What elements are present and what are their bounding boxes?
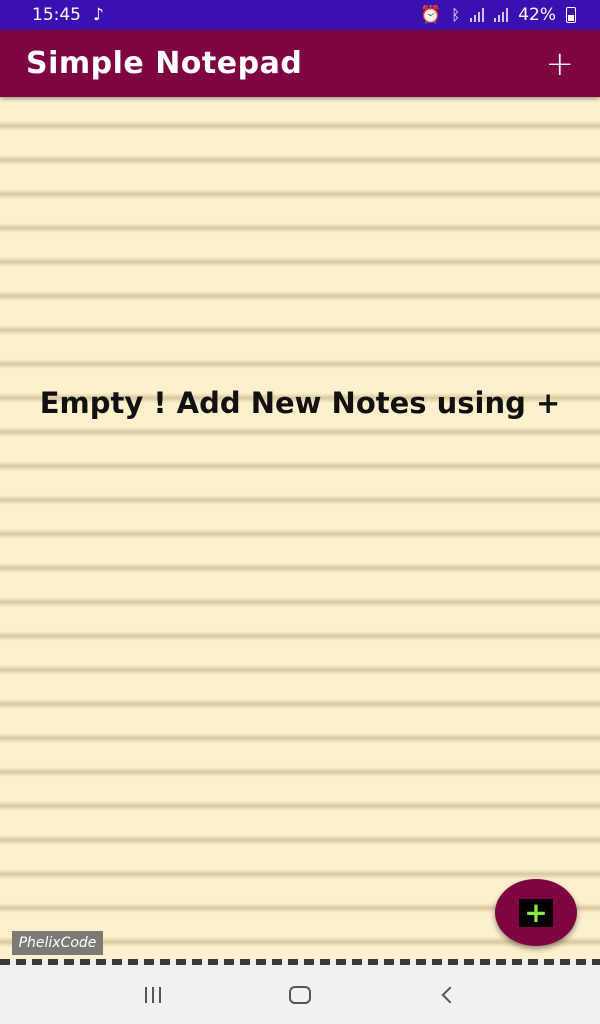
status-right: ⏰ ᛒ 42% [420, 5, 576, 25]
battery-percent: 42% [518, 5, 556, 25]
signal-icon [470, 8, 485, 22]
recents-icon [145, 986, 162, 1003]
back-icon [441, 986, 459, 1003]
status-bar: 15:45 ♪ ⏰ ᛒ 42% [0, 0, 600, 30]
back-button[interactable] [417, 975, 477, 1015]
add-note-button[interactable]: + [546, 47, 575, 81]
app-title: Simple Notepad [26, 46, 303, 81]
alarm-icon: ⏰ [420, 5, 442, 25]
recents-button[interactable] [123, 975, 183, 1015]
home-icon [288, 985, 311, 1004]
plus-icon: + [519, 898, 553, 927]
add-note-fab[interactable]: + [495, 879, 577, 946]
status-time: 15:45 [32, 5, 81, 25]
music-note-icon: ♪ [93, 5, 104, 25]
home-button[interactable] [270, 975, 330, 1015]
watermark-label: PhelixCode [12, 931, 103, 955]
navigation-bar [0, 965, 600, 1024]
battery-icon [566, 7, 576, 23]
empty-state-message: Empty ! Add New Notes using + [39, 386, 561, 420]
status-left: 15:45 ♪ [32, 5, 104, 25]
app-bar: Simple Notepad + [0, 30, 600, 97]
notes-list-area [0, 97, 600, 965]
signal-icon [494, 8, 509, 22]
bluetooth-icon: ᛒ [451, 6, 461, 24]
